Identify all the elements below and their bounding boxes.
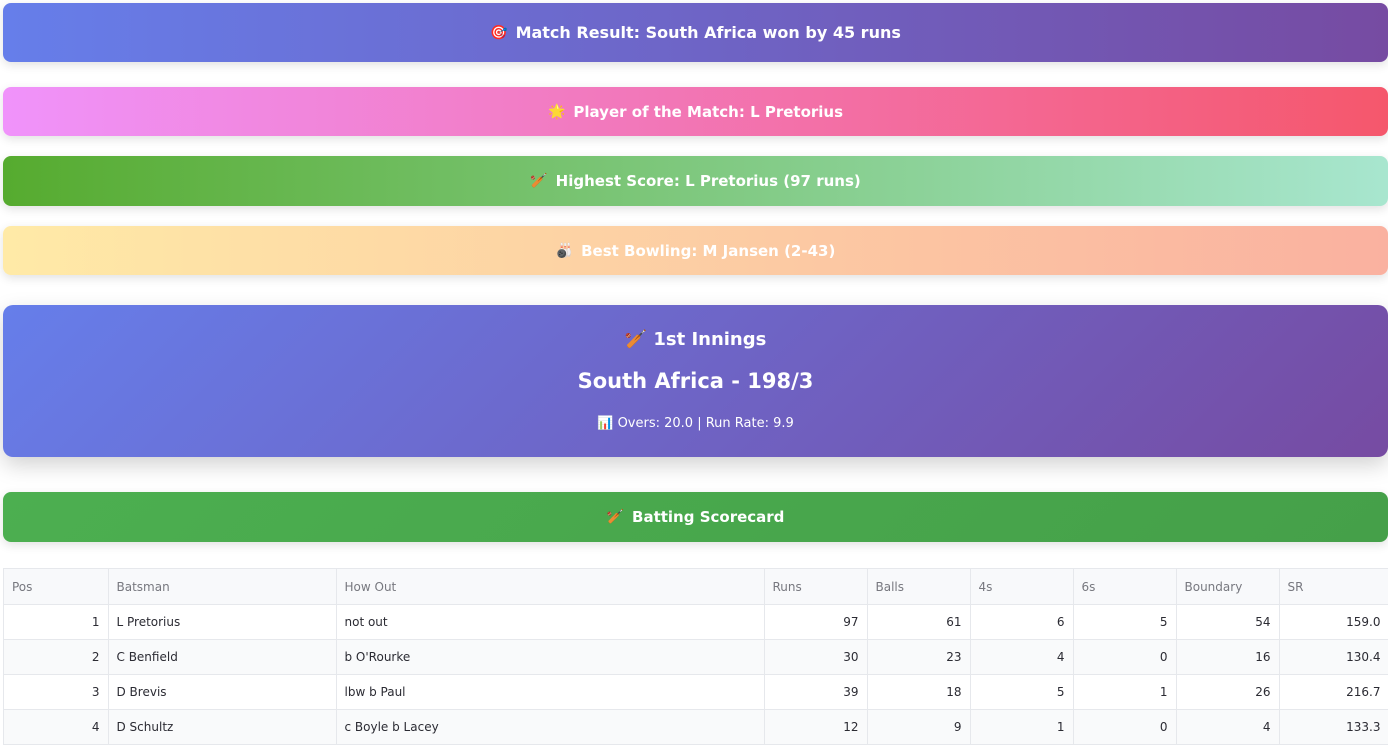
batting-scorecard-header: 🏏 Batting Scorecard bbox=[3, 492, 1388, 542]
cell-runs: 39 bbox=[764, 674, 868, 710]
cell-sr: 216.7 bbox=[1279, 674, 1388, 710]
innings-card: 🏏 1st Innings South Africa - 198/3 📊 Ove… bbox=[3, 305, 1388, 457]
cell-4s: 4 bbox=[970, 639, 1074, 675]
cell-4s: 5 bbox=[970, 674, 1074, 710]
batting-scorecard-title: Batting Scorecard bbox=[632, 508, 785, 526]
column-header-balls[interactable]: Balls bbox=[867, 569, 971, 605]
bar-chart-icon: 📊 bbox=[597, 416, 614, 431]
innings-score: South Africa - 198/3 bbox=[577, 369, 814, 393]
cricket-bat-icon: 🏏 bbox=[624, 329, 648, 350]
cell-batsman: D Brevis bbox=[108, 674, 337, 710]
column-header-batsman[interactable]: Batsman bbox=[108, 569, 337, 605]
column-header-pos[interactable]: Pos bbox=[4, 569, 109, 605]
innings-label: 1st Innings bbox=[653, 329, 767, 350]
cell-batsman: D Schultz bbox=[108, 709, 337, 745]
highest-score-banner: 🏏 Highest Score: L Pretorius (97 runs) bbox=[3, 156, 1388, 206]
cell-runs: 12 bbox=[764, 709, 868, 745]
table-row[interactable]: 1 L Pretorius not out 97 61 6 5 54 159.0 bbox=[4, 604, 1388, 640]
cell-balls: 23 bbox=[867, 639, 971, 675]
column-header-6s[interactable]: 6s bbox=[1073, 569, 1177, 605]
innings-heading: 🏏 1st Innings bbox=[3, 329, 1388, 350]
cell-6s: 0 bbox=[1073, 709, 1177, 745]
table-header-row: Pos Batsman How Out Runs Balls 4s 6s Bou… bbox=[4, 569, 1388, 605]
cricket-bat-icon: 🏏 bbox=[530, 173, 548, 189]
cell-boundary: 16 bbox=[1176, 639, 1280, 675]
cricket-bat-icon: 🏏 bbox=[606, 509, 625, 525]
table-row[interactable]: 2 C Benfield b O'Rourke 30 23 4 0 16 130… bbox=[4, 639, 1388, 675]
cell-4s: 6 bbox=[970, 604, 1074, 640]
cell-balls: 61 bbox=[867, 604, 971, 640]
cell-pos: 4 bbox=[4, 709, 109, 745]
column-header-4s[interactable]: 4s bbox=[970, 569, 1074, 605]
cell-how-out: not out bbox=[336, 604, 765, 640]
column-header-how-out[interactable]: How Out bbox=[336, 569, 765, 605]
cell-balls: 9 bbox=[867, 709, 971, 745]
cell-boundary: 4 bbox=[1176, 709, 1280, 745]
star-icon: 🌟 bbox=[547, 103, 566, 120]
column-header-boundary[interactable]: Boundary bbox=[1176, 569, 1280, 605]
cell-pos: 2 bbox=[4, 639, 109, 675]
match-result-text: Match Result: South Africa won by 45 run… bbox=[515, 23, 901, 42]
cell-boundary: 26 bbox=[1176, 674, 1280, 710]
cell-pos: 1 bbox=[4, 604, 109, 640]
cell-boundary: 54 bbox=[1176, 604, 1280, 640]
bowling-icon: 🎳 bbox=[555, 242, 574, 259]
cell-batsman: C Benfield bbox=[108, 639, 337, 675]
player-of-match-text: Player of the Match: L Pretorius bbox=[573, 102, 844, 121]
cell-runs: 97 bbox=[764, 604, 868, 640]
cell-batsman: L Pretorius bbox=[108, 604, 337, 640]
cell-sr: 130.4 bbox=[1279, 639, 1388, 675]
cell-6s: 5 bbox=[1073, 604, 1177, 640]
cell-sr: 133.3 bbox=[1279, 709, 1388, 745]
batting-table: Pos Batsman How Out Runs Balls 4s 6s Bou… bbox=[4, 569, 1388, 745]
cell-balls: 18 bbox=[867, 674, 971, 710]
match-result-banner: 🎯 Match Result: South Africa won by 45 r… bbox=[3, 3, 1388, 62]
batting-table-container: Pos Batsman How Out Runs Balls 4s 6s Bou… bbox=[3, 568, 1388, 745]
table-row[interactable]: 4 D Schultz c Boyle b Lacey 12 9 1 0 4 1… bbox=[4, 709, 1388, 745]
column-header-runs[interactable]: Runs bbox=[764, 569, 868, 605]
cell-how-out: c Boyle b Lacey bbox=[336, 709, 765, 745]
cell-4s: 1 bbox=[970, 709, 1074, 745]
best-bowling-banner: 🎳 Best Bowling: M Jansen (2-43) bbox=[3, 226, 1388, 275]
cell-pos: 3 bbox=[4, 674, 109, 710]
cell-sr: 159.0 bbox=[1279, 604, 1388, 640]
cell-runs: 30 bbox=[764, 639, 868, 675]
target-icon: 🎯 bbox=[490, 24, 508, 41]
cell-6s: 0 bbox=[1073, 639, 1177, 675]
innings-stats: 📊 Overs: 20.0 | Run Rate: 9.9 bbox=[3, 416, 1388, 431]
highest-score-text: Highest Score: L Pretorius (97 runs) bbox=[555, 172, 861, 190]
cell-how-out: b O'Rourke bbox=[336, 639, 765, 675]
table-row[interactable]: 3 D Brevis lbw b Paul 39 18 5 1 26 216.7 bbox=[4, 674, 1388, 710]
best-bowling-text: Best Bowling: M Jansen (2-43) bbox=[581, 241, 836, 260]
cell-6s: 1 bbox=[1073, 674, 1177, 710]
cell-how-out: lbw b Paul bbox=[336, 674, 765, 710]
player-of-match-banner: 🌟 Player of the Match: L Pretorius bbox=[3, 87, 1388, 136]
innings-stats-text: Overs: 20.0 | Run Rate: 9.9 bbox=[617, 416, 794, 431]
column-header-sr[interactable]: SR bbox=[1279, 569, 1388, 605]
